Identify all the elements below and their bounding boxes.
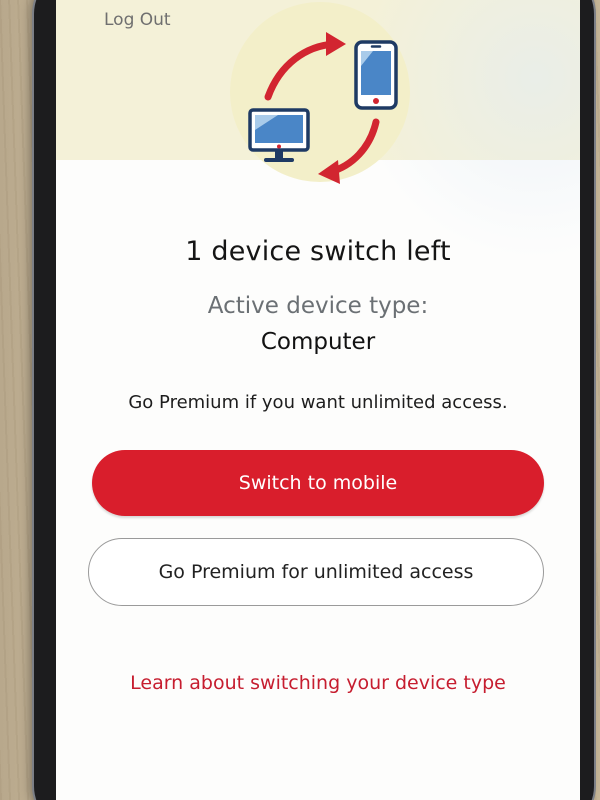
switch-to-mobile-label: Switch to mobile	[238, 472, 398, 494]
premium-note: Go Premium if you want unlimited access.	[128, 392, 508, 413]
go-premium-label: Go Premium for unlimited access	[158, 561, 474, 583]
switches-left-headline: 1 device switch left	[185, 236, 451, 267]
device-switch-illustration	[230, 2, 410, 184]
logout-link[interactable]: Log Out	[104, 10, 171, 30]
mobile-phone-icon	[354, 40, 398, 110]
active-device-value: Computer	[260, 329, 376, 355]
learn-about-switching-link[interactable]: Learn about switching your device type	[56, 672, 580, 694]
switch-to-mobile-button[interactable]: Switch to mobile	[92, 450, 544, 516]
app-screen: Log Out 1 device switch left Active devi…	[56, 0, 580, 800]
active-device-label: Active device type:	[207, 293, 429, 319]
go-premium-button[interactable]: Go Premium for unlimited access	[88, 538, 544, 606]
